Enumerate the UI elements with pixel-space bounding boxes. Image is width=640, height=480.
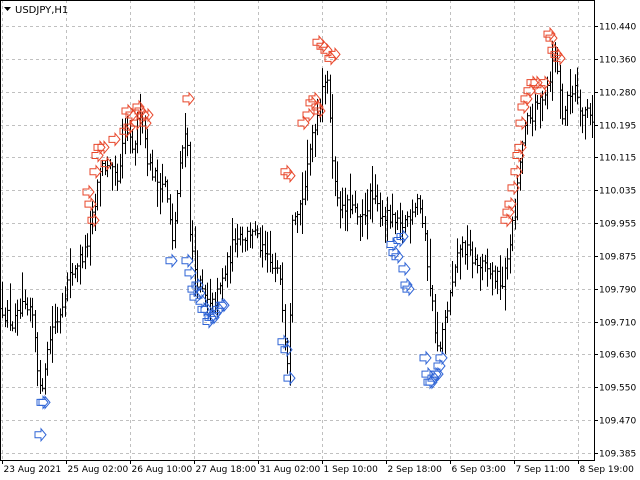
x-tick-label: 6 Sep 03:00 bbox=[452, 465, 507, 475]
y-tick-label: 110.440 bbox=[599, 23, 636, 33]
y-tick-label: 109.790 bbox=[599, 286, 636, 296]
y-tick-label: 109.385 bbox=[599, 450, 636, 460]
x-tick-label: 2 Sep 18:00 bbox=[388, 465, 443, 475]
x-tick-label: 25 Aug 02:00 bbox=[68, 465, 129, 475]
x-tick-label: 23 Aug 2021 bbox=[4, 465, 62, 475]
chart-title: USDJPY,H1 bbox=[15, 5, 68, 16]
y-tick-label: 109.630 bbox=[599, 351, 636, 361]
y-tick-label: 109.550 bbox=[599, 384, 636, 394]
y-tick-label: 110.115 bbox=[599, 154, 636, 164]
x-tick-label: 7 Sep 11:00 bbox=[516, 465, 571, 475]
y-tick-label: 109.955 bbox=[599, 220, 636, 230]
chart-background bbox=[0, 0, 640, 480]
y-tick-label: 110.360 bbox=[599, 56, 636, 66]
y-tick-label: 109.875 bbox=[599, 253, 636, 263]
y-tick-label: 109.470 bbox=[599, 417, 636, 427]
y-tick-label: 110.035 bbox=[599, 187, 636, 197]
x-tick-label: 1 Sep 10:00 bbox=[324, 465, 379, 475]
x-tick-label: 31 Aug 02:00 bbox=[260, 465, 321, 475]
x-tick-label: 26 Aug 10:00 bbox=[132, 465, 193, 475]
x-tick-label: 8 Sep 19:00 bbox=[580, 465, 635, 475]
price-chart[interactable]: 110.440 110.360 110.280 110.195 110.115 110.0… bbox=[0, 0, 640, 480]
y-tick-label: 109.710 bbox=[599, 319, 636, 329]
x-tick-label: 27 Aug 18:00 bbox=[196, 465, 257, 475]
y-tick-label: 110.195 bbox=[599, 122, 636, 132]
y-tick-label: 110.280 bbox=[599, 89, 636, 99]
